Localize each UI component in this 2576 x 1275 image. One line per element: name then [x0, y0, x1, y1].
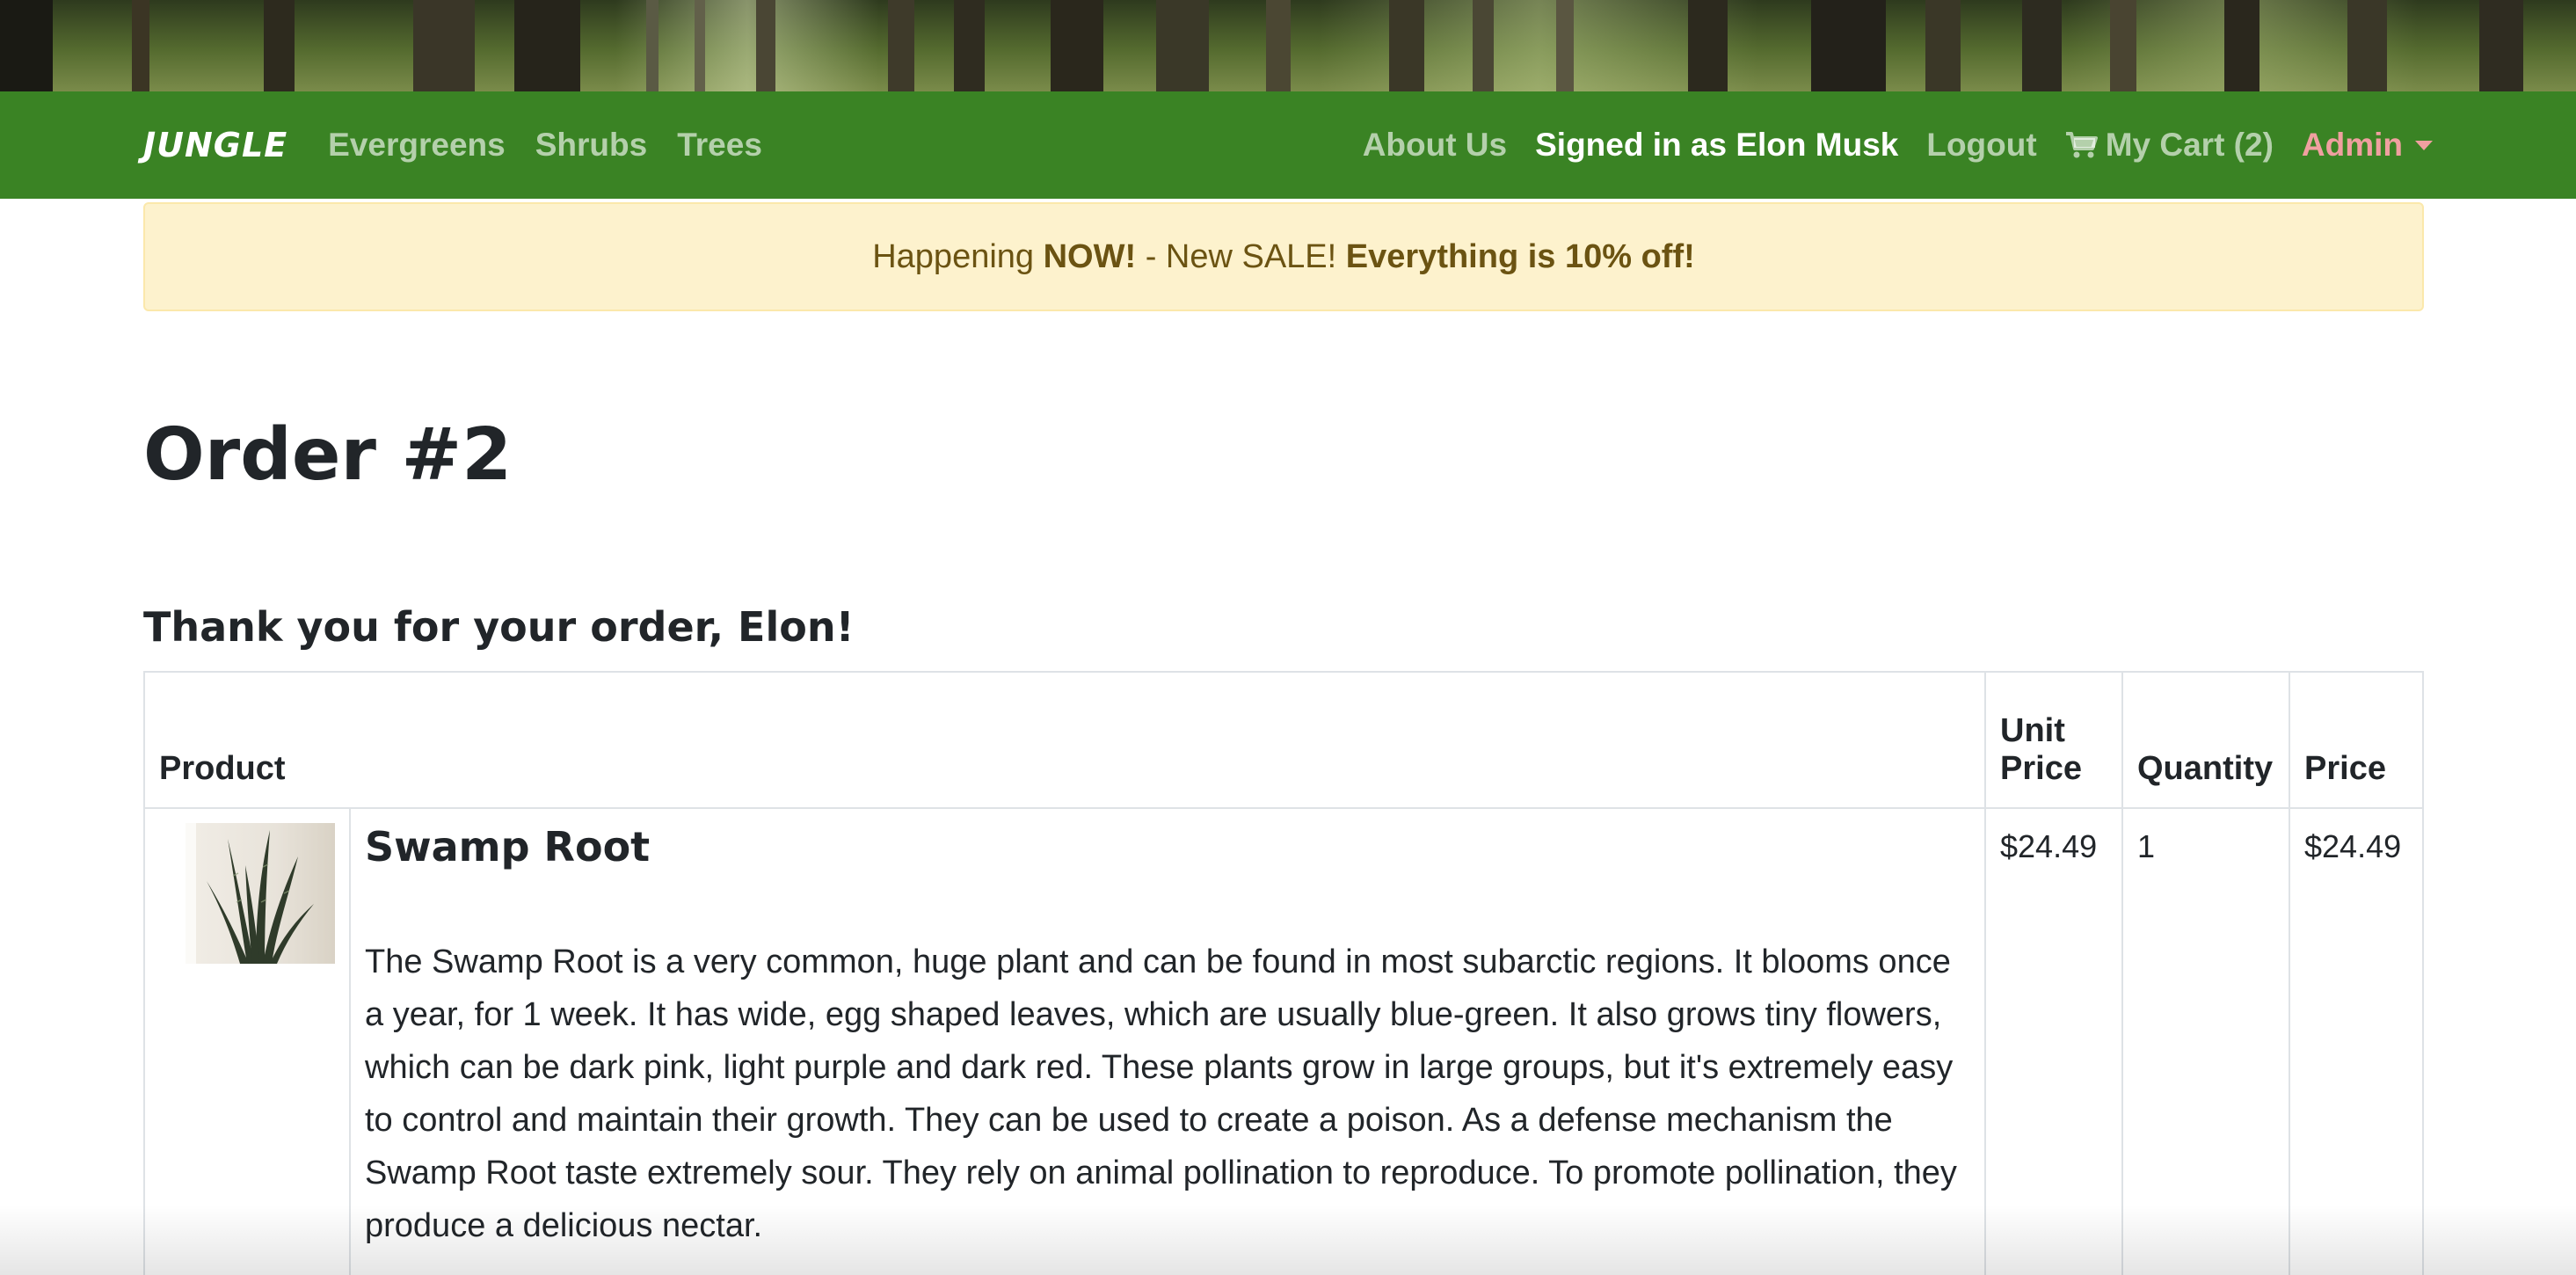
- nav-link-about-us[interactable]: About Us: [1363, 127, 1507, 164]
- product-name[interactable]: Swamp Root: [365, 823, 1970, 871]
- my-cart-label: My Cart (2): [2105, 127, 2274, 163]
- top-navbar: JUNGLE Evergreens Shrubs Trees About Us …: [0, 91, 2576, 199]
- alert-middle: - New SALE!: [1136, 237, 1346, 275]
- column-header-quantity: Quantity: [2121, 671, 2290, 809]
- column-header-unit-price: Unit Price: [1984, 671, 2123, 809]
- chevron-down-icon: [2415, 140, 2433, 150]
- table-header-row: Product Unit Price Quantity Price: [143, 671, 2424, 809]
- logout-link[interactable]: Logout: [1926, 127, 2036, 164]
- snake-plant-photo: [186, 823, 335, 964]
- admin-dropdown[interactable]: Admin: [2302, 127, 2433, 164]
- brand-logo[interactable]: JUNGLE: [143, 126, 287, 164]
- order-items-table: Product Unit Price Quantity Price Swamp …: [143, 671, 2424, 1275]
- admin-label: Admin: [2301, 127, 2403, 163]
- thank-you-heading: Thank you for your order, Elon!: [143, 603, 855, 651]
- product-description: The Swamp Root is a very common, huge pl…: [365, 944, 1957, 1244]
- product-details-cell: Swamp Root The Swamp Root is a very comm…: [349, 807, 1986, 1275]
- page-title: Order #2: [143, 413, 513, 497]
- column-header-product: Product: [143, 671, 1986, 809]
- nav-link-shrubs[interactable]: Shrubs: [535, 127, 647, 164]
- alert-now: NOW!: [1043, 237, 1137, 275]
- plant-icon: [186, 823, 314, 964]
- forest-banner-image: [0, 0, 2576, 91]
- price-cell: $24.49: [2289, 807, 2424, 1275]
- nav-link-evergreens[interactable]: Evergreens: [328, 127, 506, 164]
- nav-link-trees[interactable]: Trees: [677, 127, 762, 164]
- signed-in-user: Signed in as Elon Musk: [1535, 127, 1899, 163]
- alert-prefix: Happening: [872, 237, 1044, 275]
- product-image-cell: [143, 807, 351, 1275]
- table-row: Swamp Root The Swamp Root is a very comm…: [143, 807, 2424, 1275]
- unit-price-cell: $24.49: [1984, 807, 2123, 1275]
- my-cart-link[interactable]: My Cart (2): [2065, 127, 2274, 164]
- alert-discount: Everything is 10% off!: [1345, 237, 1695, 275]
- quantity-cell: 1: [2121, 807, 2290, 1275]
- sale-alert-banner: Happening NOW! - New SALE! Everything is…: [143, 202, 2424, 311]
- column-header-price: Price: [2289, 671, 2424, 809]
- shopping-cart-icon: [2065, 132, 2098, 158]
